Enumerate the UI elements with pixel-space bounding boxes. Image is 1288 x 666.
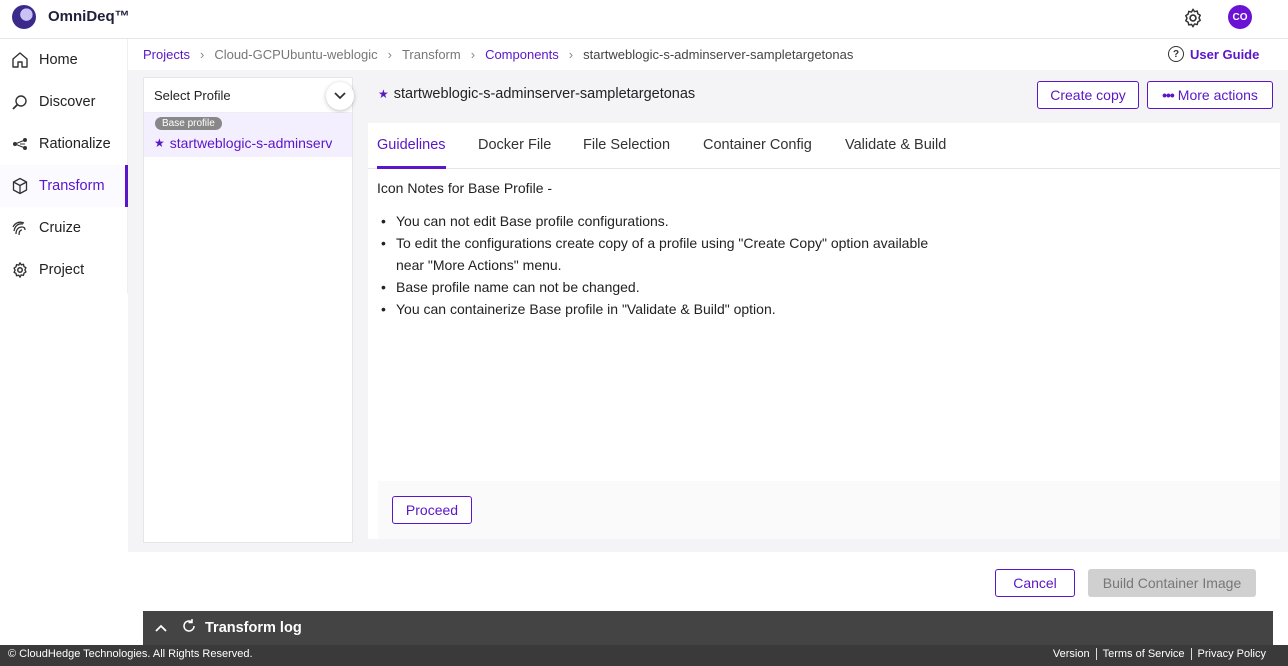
tab-file-selection[interactable]: File Selection: [583, 137, 670, 153]
chevron-down-icon[interactable]: [326, 82, 354, 110]
breadcrumb-project-name: Cloud-GCPUbuntu-weblogic: [214, 47, 378, 62]
chevron-right-icon: ›: [470, 47, 476, 62]
notes-title: Icon Notes for Base Profile -: [377, 180, 553, 196]
gear-icon: [11, 261, 29, 279]
component-title: ★ startweblogic-s-adminserver-sampletarg…: [378, 86, 695, 102]
transform-log-label: Transform log: [205, 620, 302, 636]
cancel-button[interactable]: Cancel: [995, 569, 1075, 597]
create-copy-button[interactable]: Create copy: [1037, 81, 1139, 109]
more-actions-button[interactable]: ••• More actions: [1147, 81, 1273, 109]
sidebar-item-label: Project: [39, 262, 85, 278]
chevron-right-icon: ›: [387, 47, 392, 62]
active-tab-indicator: [377, 166, 446, 169]
tab-validate-build[interactable]: Validate & Build: [845, 137, 946, 153]
user-guide-label: User Guide: [1190, 46, 1260, 62]
omnideq-logo[interactable]: [12, 5, 36, 29]
sidebar-item-rationalize[interactable]: Rationalize: [0, 123, 128, 165]
list-item: You can containerize Base profile in "Va…: [377, 298, 937, 320]
proceed-button[interactable]: Proceed: [392, 496, 472, 524]
base-profile-badge: Base profile: [155, 117, 222, 130]
chevron-right-icon: ›: [568, 47, 574, 62]
sidebar-item-label: Discover: [39, 94, 96, 110]
sidebar-item-label: Cruize: [39, 220, 81, 236]
sidebar-item-transform[interactable]: Transform: [0, 165, 128, 207]
sidebar-item-home[interactable]: Home: [0, 39, 128, 81]
breadcrumb-current: startweblogic-s-adminserver-sampletarget…: [583, 47, 854, 62]
profile-list-item[interactable]: Base profile ★ startweblogic-s-adminserv…: [144, 113, 352, 157]
tab-bar: Guidelines Docker File File Selection Co…: [368, 123, 1280, 169]
top-bar: OmniDeq™ CO: [0, 0, 1288, 39]
transform-log-bar[interactable]: Transform log: [143, 611, 1273, 645]
more-actions-label: More actions: [1177, 87, 1258, 103]
help-icon: ?: [1168, 46, 1184, 62]
user-guide-link[interactable]: ? User Guide: [1168, 46, 1259, 62]
footer-link-version[interactable]: Version: [1047, 648, 1096, 660]
notes-list: You can not edit Base profile configurat…: [377, 210, 937, 320]
footer-link-terms[interactable]: Terms of Service: [1095, 648, 1191, 660]
star-icon: ★: [378, 87, 389, 101]
user-avatar[interactable]: CO: [1228, 5, 1252, 29]
content-card: Guidelines Docker File File Selection Co…: [368, 123, 1280, 539]
profile-select-label: Select Profile: [154, 87, 231, 103]
breadcrumb-components[interactable]: Components: [485, 47, 559, 62]
profile-panel: Select Profile Base profile ★ startweblo…: [143, 77, 354, 543]
list-item: To edit the configurations create copy o…: [377, 232, 937, 276]
tab-guidelines[interactable]: Guidelines: [377, 137, 446, 153]
brand-name: OmniDeq™: [48, 8, 130, 25]
cube-icon: [11, 177, 29, 195]
breadcrumb-projects[interactable]: Projects: [143, 47, 190, 62]
sidebar-nav: Home Discover Rationalize Transform Crui…: [0, 39, 128, 293]
home-icon: [11, 51, 29, 69]
profile-select[interactable]: Select Profile: [144, 78, 354, 113]
build-container-image-button[interactable]: Build Container Image: [1088, 569, 1256, 597]
profile-name: startweblogic-s-adminserver-sampletarget…: [169, 135, 332, 151]
chevron-up-icon[interactable]: [155, 620, 167, 636]
proceed-bar: Proceed: [378, 481, 1280, 539]
search-icon: [11, 93, 29, 111]
sidebar-item-label: Home: [39, 52, 78, 68]
component-title-text: startweblogic-s-adminserver-sampletarget…: [393, 86, 696, 102]
sidebar-item-label: Rationalize: [39, 136, 111, 152]
footer-links: Version Terms of Service Privacy Policy: [1047, 648, 1272, 660]
tab-container-config[interactable]: Container Config: [703, 137, 812, 153]
star-icon: ★: [154, 136, 165, 150]
more-dots-icon: •••: [1162, 87, 1175, 103]
breadcrumb: Projects › Cloud-GCPUbuntu-weblogic › Tr…: [143, 47, 853, 62]
fingerprint-icon: [11, 219, 29, 237]
sidebar-item-label: Transform: [39, 178, 105, 194]
settings-gear-icon[interactable]: [1182, 7, 1204, 29]
sidebar-item-discover[interactable]: Discover: [0, 81, 128, 123]
list-item: You can not edit Base profile configurat…: [377, 210, 937, 232]
sidebar-item-project[interactable]: Project: [0, 249, 128, 291]
copyright-text: © CloudHedge Technologies. All Rights Re…: [8, 648, 253, 660]
tab-docker-file[interactable]: Docker File: [478, 137, 551, 153]
list-item: Base profile name can not be changed.: [377, 276, 937, 298]
refresh-icon: [181, 618, 197, 638]
footer: © CloudHedge Technologies. All Rights Re…: [0, 645, 1288, 666]
footer-link-privacy[interactable]: Privacy Policy: [1190, 648, 1272, 660]
chevron-right-icon: ›: [199, 47, 205, 62]
rationalize-icon: [11, 135, 29, 153]
breadcrumb-transform: Transform: [401, 47, 461, 62]
sidebar-item-cruize[interactable]: Cruize: [0, 207, 128, 249]
